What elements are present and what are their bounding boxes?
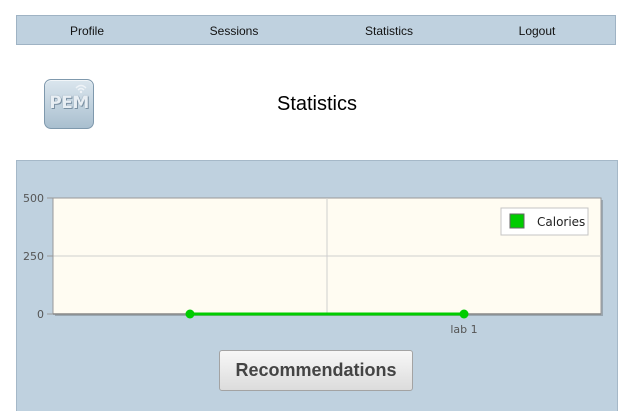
chart-legend: Calories xyxy=(500,207,589,236)
y-tick-label: 0 xyxy=(37,308,44,321)
nav-sessions[interactable]: Sessions xyxy=(210,16,259,44)
top-nav: Profile Sessions Statistics Logout xyxy=(16,15,616,45)
recommendations-button[interactable]: Recommendations xyxy=(219,350,413,391)
legend-swatch xyxy=(509,213,525,229)
x-tick-label: lab 1 xyxy=(450,323,477,336)
y-tick-label: 250 xyxy=(23,250,44,263)
data-point xyxy=(185,309,195,319)
nav-profile[interactable]: Profile xyxy=(70,16,104,44)
nav-logout[interactable]: Logout xyxy=(519,16,556,44)
legend-label: Calories xyxy=(537,215,585,229)
y-tick-label: 500 xyxy=(23,192,44,205)
page-title: Statistics xyxy=(276,93,358,115)
data-point xyxy=(459,309,469,319)
nav-statistics[interactable]: Statistics xyxy=(365,16,413,44)
